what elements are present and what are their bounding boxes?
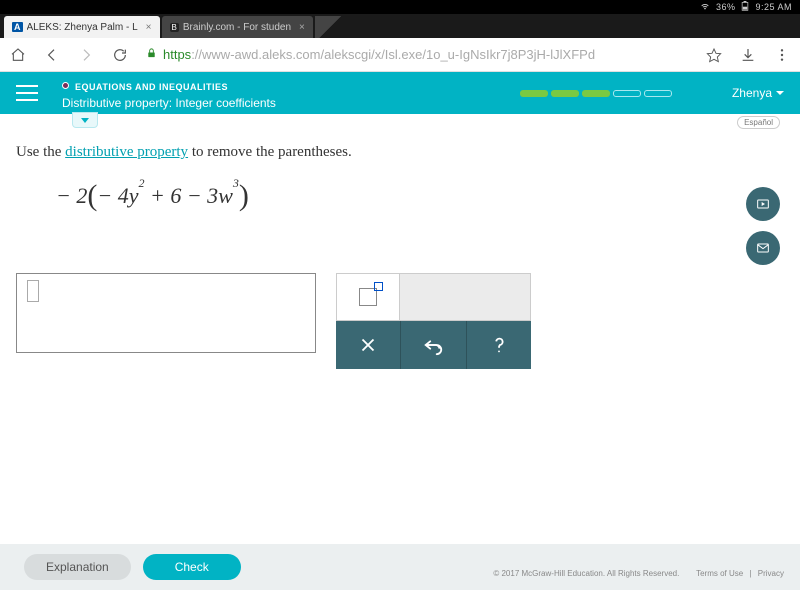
clock-text: 9:25 AM	[755, 2, 792, 12]
progress-indicator	[520, 90, 672, 97]
expr-rparen: )	[239, 179, 249, 212]
exponent-tool[interactable]	[336, 273, 400, 321]
input-cursor	[27, 280, 39, 302]
browser-tab-strip: A ALEKS: Zhenya Palm - L × B Brainly.com…	[0, 14, 800, 38]
expr-lead: − 2	[56, 183, 87, 208]
terms-link[interactable]: Terms of Use	[696, 569, 743, 578]
topic-header: EQUATIONS AND INEQUALITIES Distributive …	[62, 77, 520, 110]
tool-palette	[336, 273, 531, 369]
privacy-link[interactable]: Privacy	[758, 569, 784, 578]
prompt-post: to remove the parentheses.	[188, 144, 352, 160]
wifi-icon	[700, 1, 710, 13]
question-prompt: Use the distributive property to remove …	[16, 144, 784, 161]
browser-nav-bar: https://www-awd.aleks.com/alekscgi/x/Isl…	[0, 38, 800, 72]
copyright-text: © 2017 McGraw-Hill Education. All Rights…	[493, 569, 679, 578]
close-icon[interactable]: ×	[295, 22, 305, 33]
caret-down-icon	[776, 91, 784, 95]
distributive-property-link[interactable]: distributive property	[65, 144, 188, 160]
more-icon[interactable]	[774, 47, 790, 63]
star-icon[interactable]	[706, 47, 722, 63]
video-button[interactable]	[746, 187, 780, 221]
favicon-aleks: A	[12, 22, 23, 32]
menu-icon[interactable]	[16, 85, 38, 101]
lock-icon	[146, 47, 157, 62]
new-tab-button[interactable]	[315, 16, 345, 38]
topic-dot-icon	[62, 82, 69, 89]
explanation-button[interactable]: Explanation	[24, 554, 131, 580]
favicon-brainly: B	[170, 23, 179, 32]
close-icon[interactable]: ×	[142, 22, 152, 33]
forward-icon[interactable]	[78, 47, 94, 63]
check-button[interactable]: Check	[143, 554, 241, 580]
topic-path: EQUATIONS AND INEQUALITIES	[75, 82, 228, 92]
reload-icon[interactable]	[112, 47, 128, 63]
language-pill[interactable]: Español	[737, 116, 780, 129]
expr-e1: 2	[138, 176, 144, 190]
footer-text: © 2017 McGraw-Hill Education. All Rights…	[493, 569, 784, 578]
user-menu[interactable]: Zhenya	[732, 86, 784, 100]
expr-lparen: (	[87, 179, 97, 212]
bottom-bar: Explanation Check © 2017 McGraw-Hill Edu…	[0, 544, 800, 590]
back-icon[interactable]	[44, 47, 60, 63]
sub-header-row: Español	[0, 114, 800, 132]
url-bar[interactable]: https://www-awd.aleks.com/alekscgi/x/Isl…	[146, 47, 688, 62]
answer-input[interactable]	[16, 273, 316, 353]
tab-title: Brainly.com - For studen	[183, 22, 291, 33]
expr-e2: 3	[233, 176, 239, 190]
palette-empty	[400, 273, 531, 321]
prompt-pre: Use the	[16, 144, 65, 160]
dropdown-tab[interactable]	[72, 112, 98, 128]
home-icon[interactable]	[10, 47, 26, 63]
caret-down-icon	[81, 118, 89, 123]
content-area: Use the distributive property to remove …	[0, 132, 800, 369]
device-status-bar: 36% 9:25 AM	[0, 0, 800, 14]
work-area	[16, 273, 784, 369]
expr-mid: + 6 − 3	[144, 183, 218, 208]
battery-text: 36%	[716, 2, 736, 12]
undo-button[interactable]	[401, 321, 466, 369]
browser-tab-brainly[interactable]: B Brainly.com - For studen ×	[162, 16, 313, 38]
download-icon[interactable]	[740, 47, 756, 63]
url-path: /alekscgi/x/Isl.exe/1o_u-IgNsIkr7j8P3jH-…	[321, 47, 596, 62]
url-host: ://www-awd.aleks.com	[191, 47, 320, 62]
expr-v2: w	[218, 183, 233, 208]
tab-title: ALEKS: Zhenya Palm - L	[27, 22, 138, 33]
app-header: EQUATIONS AND INEQUALITIES Distributive …	[0, 72, 800, 114]
message-button[interactable]	[746, 231, 780, 265]
topic-title: Distributive property: Integer coefficie…	[62, 96, 520, 110]
expr-t1: − 4	[97, 183, 128, 208]
url-secure: https	[163, 47, 191, 62]
user-name: Zhenya	[732, 86, 772, 100]
clear-button[interactable]	[336, 321, 401, 369]
help-button[interactable]	[467, 321, 531, 369]
math-expression: − 2(− 4y2 + 6 − 3w3)	[56, 177, 784, 211]
battery-icon	[741, 1, 749, 13]
browser-tab-aleks[interactable]: A ALEKS: Zhenya Palm - L ×	[4, 16, 160, 38]
side-buttons	[746, 187, 780, 265]
